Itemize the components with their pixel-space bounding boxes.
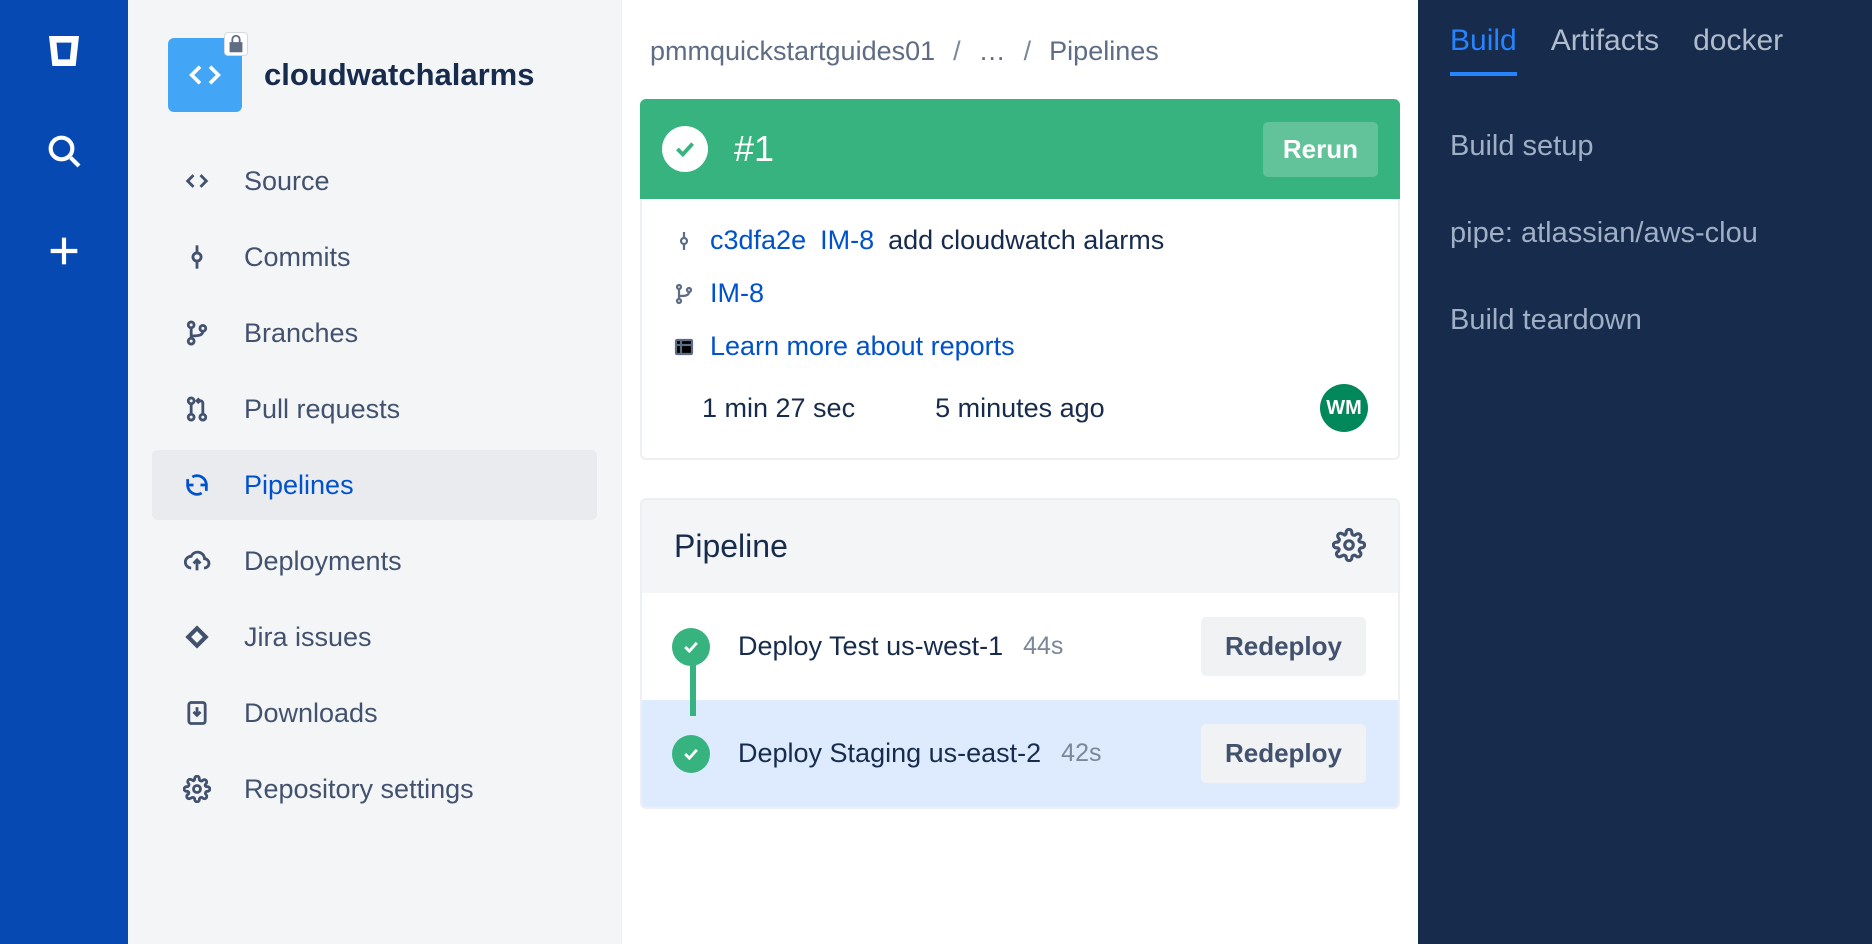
pipeline-step[interactable]: Deploy Staging us-east-2 42s Redeploy xyxy=(642,700,1398,807)
breadcrumb-item[interactable]: … xyxy=(979,36,1006,67)
branch-icon xyxy=(672,282,696,306)
commit-issue-link[interactable]: IM-8 xyxy=(820,225,874,256)
log-tabs: Build Artifacts docker xyxy=(1450,24,1840,76)
search-icon[interactable] xyxy=(37,124,91,178)
pipeline-step[interactable]: Deploy Test us-west-1 44s Redeploy xyxy=(642,593,1398,700)
nav-jira-issues[interactable]: Jira issues xyxy=(152,602,597,672)
breadcrumb: pmmquickstartguides01 / … / Pipelines xyxy=(640,36,1400,99)
code-icon xyxy=(180,164,214,198)
commit-icon xyxy=(180,240,214,274)
nav-pipelines[interactable]: Pipelines xyxy=(152,450,597,520)
nav-deployments[interactable]: Deployments xyxy=(152,526,597,596)
nav-label: Source xyxy=(244,166,330,197)
log-line[interactable]: Build setup xyxy=(1450,130,1840,163)
run-duration: 1 min 27 sec xyxy=(702,393,855,424)
pull-request-icon xyxy=(180,392,214,426)
nav-branches[interactable]: Branches xyxy=(152,298,597,368)
download-icon xyxy=(180,696,214,730)
pipeline-card: Pipeline Deploy Test us-west-1 44s Redep… xyxy=(640,498,1400,809)
nav-label: Jira issues xyxy=(244,622,372,653)
reports-icon xyxy=(672,335,696,359)
cloud-up-icon xyxy=(180,544,214,578)
step-duration: 42s xyxy=(1061,739,1101,768)
step-success-icon xyxy=(672,735,710,773)
commit-message: add cloudwatch alarms xyxy=(888,225,1164,256)
redeploy-button[interactable]: Redeploy xyxy=(1201,724,1366,783)
repo-avatar[interactable] xyxy=(168,38,242,112)
repo-sidebar: cloudwatchalarms Source Commits Branches… xyxy=(128,0,622,944)
log-tab-build[interactable]: Build xyxy=(1450,24,1517,76)
linked-issue-link[interactable]: IM-8 xyxy=(710,278,764,309)
branch-icon xyxy=(180,316,214,350)
step-name: Deploy Staging us-east-2 xyxy=(738,738,1041,769)
log-line[interactable]: Build teardown xyxy=(1450,304,1840,337)
step-duration: 44s xyxy=(1023,632,1063,661)
lock-icon xyxy=(224,32,248,56)
gear-icon xyxy=(180,772,214,806)
run-status-banner: #1 Rerun xyxy=(640,99,1400,199)
pipeline-title: Pipeline xyxy=(674,528,788,565)
commit-icon xyxy=(672,229,696,253)
jira-icon xyxy=(180,620,214,654)
log-tab-docker[interactable]: docker xyxy=(1693,24,1783,76)
nav-label: Deployments xyxy=(244,546,402,577)
nav-source[interactable]: Source xyxy=(152,146,597,216)
success-icon xyxy=(662,126,708,172)
nav-label: Pull requests xyxy=(244,394,400,425)
nav-repo-settings[interactable]: Repository settings xyxy=(152,754,597,824)
reports-link[interactable]: Learn more about reports xyxy=(710,331,1015,362)
nav-label: Pipelines xyxy=(244,470,354,501)
redeploy-button[interactable]: Redeploy xyxy=(1201,617,1366,676)
reports-row: Learn more about reports xyxy=(672,331,1368,362)
nav-label: Repository settings xyxy=(244,774,474,805)
breadcrumb-sep: / xyxy=(1024,36,1032,67)
add-icon[interactable] xyxy=(37,224,91,278)
repo-nav: Source Commits Branches Pull requests Pi… xyxy=(152,146,597,824)
pipelines-icon xyxy=(180,468,214,502)
nav-pull-requests[interactable]: Pull requests xyxy=(152,374,597,444)
user-avatar[interactable]: WM xyxy=(1320,384,1368,432)
nav-label: Branches xyxy=(244,318,358,349)
repo-header: cloudwatchalarms xyxy=(152,38,597,146)
log-line[interactable]: pipe: atlassian/aws-clou xyxy=(1450,217,1840,250)
rerun-button[interactable]: Rerun xyxy=(1263,122,1378,177)
run-meta: 1 min 27 sec 5 minutes ago WM xyxy=(672,384,1368,432)
nav-commits[interactable]: Commits xyxy=(152,222,597,292)
run-number: #1 xyxy=(734,128,774,170)
main-content: pmmquickstartguides01 / … / Pipelines #1… xyxy=(622,0,1418,944)
commit-hash-link[interactable]: c3dfa2e xyxy=(710,225,806,256)
log-tab-artifacts[interactable]: Artifacts xyxy=(1551,24,1659,76)
nav-downloads[interactable]: Downloads xyxy=(152,678,597,748)
breadcrumb-item[interactable]: Pipelines xyxy=(1049,36,1159,67)
breadcrumb-sep: / xyxy=(953,36,961,67)
breadcrumb-item[interactable]: pmmquickstartguides01 xyxy=(650,36,935,67)
nav-label: Commits xyxy=(244,242,351,273)
pipeline-settings-button[interactable] xyxy=(1332,528,1366,565)
global-rail xyxy=(0,0,128,944)
step-name: Deploy Test us-west-1 xyxy=(738,631,1003,662)
commit-row: c3dfa2e IM-8 add cloudwatch alarms xyxy=(672,225,1368,256)
nav-label: Downloads xyxy=(244,698,378,729)
run-timestamp: 5 minutes ago xyxy=(935,393,1105,424)
run-details: c3dfa2e IM-8 add cloudwatch alarms IM-8 … xyxy=(640,199,1400,460)
repo-name[interactable]: cloudwatchalarms xyxy=(264,57,534,93)
bitbucket-logo-icon[interactable] xyxy=(37,24,91,78)
issue-row: IM-8 xyxy=(672,278,1368,309)
step-success-icon xyxy=(672,628,710,666)
log-panel: Build Artifacts docker Build setup pipe:… xyxy=(1418,0,1872,944)
